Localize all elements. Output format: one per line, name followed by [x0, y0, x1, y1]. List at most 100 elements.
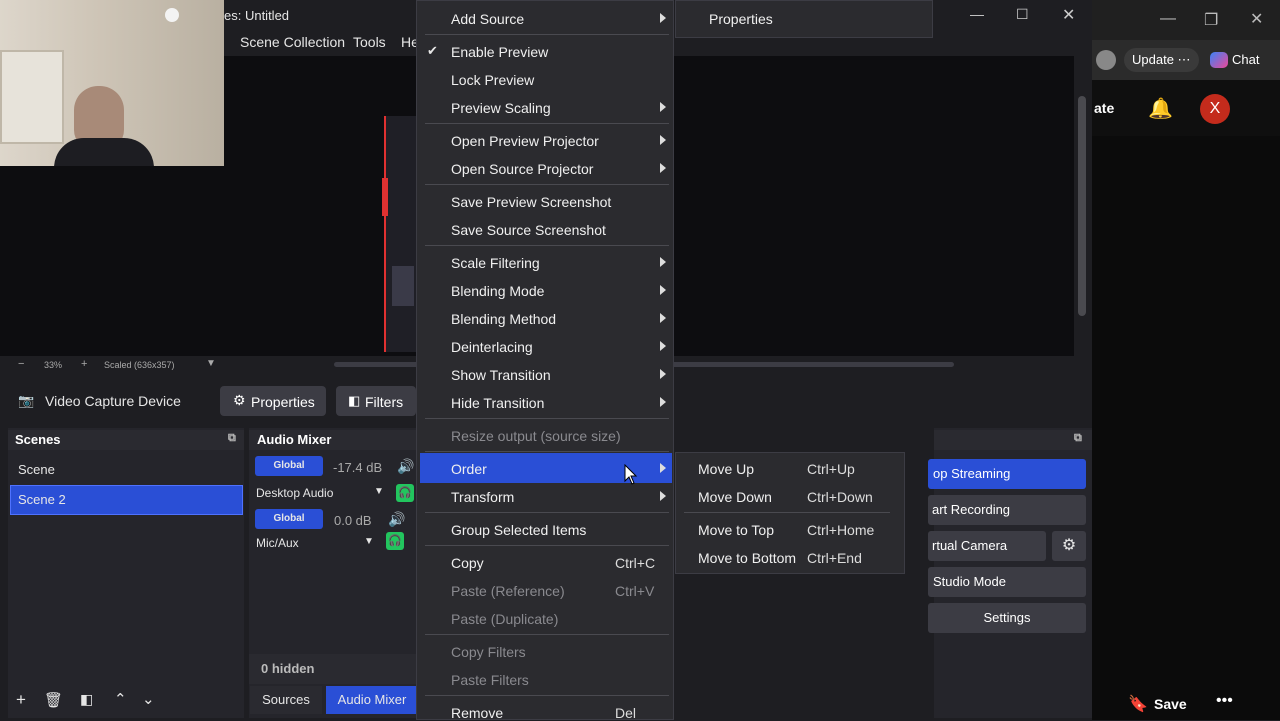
move-up-icon[interactable]: ⌃: [114, 690, 127, 708]
speaker-icon[interactable]: 🔊: [397, 458, 414, 475]
menu-separator: [425, 695, 669, 696]
menu-item-move-to-top[interactable]: Move to Top: [698, 522, 774, 538]
minimize-icon[interactable]: —: [970, 6, 984, 22]
chat-button[interactable]: Chat: [1232, 52, 1259, 67]
add-icon[interactable]: +: [16, 690, 26, 710]
menu-item-group-selected[interactable]: Group Selected Items: [451, 522, 586, 538]
menu-separator: [425, 512, 669, 513]
menu-separator: [425, 634, 669, 635]
filter-icon[interactable]: ◧: [80, 691, 93, 708]
speaker-icon[interactable]: 🔊: [388, 511, 405, 528]
chevron-right-icon: [660, 257, 666, 267]
virtual-camera-button[interactable]: rtual Camera: [928, 531, 1046, 561]
menu-item-paste-reference: Paste (Reference): [451, 583, 565, 599]
chevron-right-icon: [660, 285, 666, 295]
menu-item-deinterlacing[interactable]: Deinterlacing: [451, 339, 533, 355]
menu-item-scale-filtering[interactable]: Scale Filtering: [451, 255, 540, 271]
trash-icon[interactable]: 🗑: [44, 691, 63, 709]
stop-streaming-button[interactable]: op Streaming: [928, 459, 1086, 489]
bookmark-icon: 🔖: [1128, 696, 1148, 713]
profile-icon[interactable]: [1096, 50, 1116, 70]
scene-list-item-selected[interactable]: Scene 2: [10, 485, 243, 515]
avatar[interactable]: X: [1200, 94, 1230, 124]
headphones-icon[interactable]: 🎧: [396, 484, 414, 502]
chevron-down-icon[interactable]: ▼: [374, 486, 384, 497]
zoom-in-icon[interactable]: +: [81, 358, 87, 370]
background-app: — ❐ ✕ Update ⋯ Chat ate 🔔 X 🔖 Save •••: [1092, 0, 1280, 720]
window-title: es: Untitled: [224, 8, 290, 23]
menu-item-preview-scaling[interactable]: Preview Scaling: [451, 100, 551, 116]
chevron-right-icon: [660, 102, 666, 112]
restore-icon[interactable]: ❐: [1204, 10, 1218, 30]
menu-tools[interactable]: Tools: [353, 34, 386, 50]
menu-item-copy-filters: Copy Filters: [451, 644, 526, 660]
studio-mode-button[interactable]: Studio Mode: [928, 567, 1086, 597]
chevron-down-icon[interactable]: ▼: [364, 536, 374, 547]
more-icon[interactable]: •••: [1216, 692, 1233, 710]
tab-audio-mixer[interactable]: Audio Mixer: [326, 686, 418, 714]
chevron-down-icon[interactable]: ▼: [206, 358, 216, 369]
menu-item-blending-mode[interactable]: Blending Mode: [451, 283, 544, 299]
menu-item-paste-filters: Paste Filters: [451, 672, 529, 688]
menu-item-open-source-projector[interactable]: Open Source Projector: [451, 161, 593, 177]
chevron-right-icon: [660, 341, 666, 351]
filters-label: Filters: [365, 394, 404, 410]
start-recording-button[interactable]: art Recording: [928, 495, 1086, 525]
menu-item-move-down[interactable]: Move Down: [698, 489, 772, 505]
close-icon[interactable]: ✕: [1250, 9, 1263, 29]
save-button[interactable]: Save: [1154, 696, 1187, 712]
close-icon[interactable]: ✕: [1062, 5, 1075, 25]
gear-icon[interactable]: ⚙: [1052, 531, 1086, 561]
menu-scene-collection[interactable]: Scene Collection: [240, 34, 345, 50]
tab-sources[interactable]: Sources: [250, 686, 322, 714]
bg-toolbar: Update ⋯ Chat: [1092, 40, 1280, 80]
preview-thumbnail: [392, 266, 414, 306]
bell-icon[interactable]: 🔔: [1148, 96, 1173, 121]
menu-item-copy[interactable]: Copy: [451, 555, 484, 571]
move-down-icon[interactable]: ⌄: [142, 690, 155, 708]
menu-item-properties[interactable]: Properties: [709, 11, 773, 27]
menu-item-save-source-screenshot[interactable]: Save Source Screenshot: [451, 222, 606, 238]
shortcut-label: Ctrl+Up: [807, 461, 855, 477]
source-name: Video Capture Device: [45, 393, 181, 409]
undock-icon[interactable]: ⧉: [228, 432, 236, 445]
preview-scrollbar[interactable]: [1074, 56, 1092, 356]
resize-handle[interactable]: [382, 178, 388, 216]
menu-item-paste-duplicate: Paste (Duplicate): [451, 611, 559, 627]
zoom-out-icon[interactable]: −: [18, 358, 24, 370]
menu-item-open-preview-projector[interactable]: Open Preview Projector: [451, 133, 599, 149]
menu-item-enable-preview[interactable]: Enable Preview: [451, 44, 548, 60]
scene-list-item[interactable]: Scene: [10, 456, 242, 484]
update-button[interactable]: Update ⋯: [1124, 48, 1199, 72]
undock-icon[interactable]: ⧉: [1074, 432, 1082, 445]
menu-separator: [425, 451, 669, 452]
properties-button[interactable]: ⚙ Properties: [220, 386, 326, 416]
menu-separator: [425, 123, 669, 124]
menu-item-order[interactable]: Order: [451, 461, 487, 477]
filters-button[interactable]: ◧ Filters: [336, 386, 416, 416]
menu-item-show-transition[interactable]: Show Transition: [451, 367, 551, 383]
maximize-icon[interactable]: ☐: [1016, 6, 1029, 23]
menu-item-move-up[interactable]: Move Up: [698, 461, 754, 477]
minimize-icon[interactable]: —: [1160, 10, 1176, 28]
header-text: ate: [1094, 100, 1115, 116]
menu-item-lock-preview[interactable]: Lock Preview: [451, 72, 534, 88]
headphones-icon[interactable]: 🎧: [386, 532, 404, 550]
bg-bottom-bar: 🔖 Save •••: [1092, 682, 1280, 720]
shortcut-label: Ctrl+End: [807, 550, 862, 566]
stop-streaming-label: op Streaming: [933, 466, 1011, 481]
context-menu: Add Source ✔ Enable Preview Lock Preview…: [416, 0, 674, 721]
menu-item-move-to-bottom[interactable]: Move to Bottom: [698, 550, 796, 566]
menu-item-blending-method[interactable]: Blending Method: [451, 311, 556, 327]
menu-separator: [425, 34, 669, 35]
scene-label: Scene: [18, 462, 55, 477]
studio-mode-label: Studio Mode: [933, 574, 1006, 589]
menu-item-add-source[interactable]: Add Source: [451, 11, 524, 27]
menu-item-transform[interactable]: Transform: [451, 489, 514, 505]
menu-item-hide-transition[interactable]: Hide Transition: [451, 395, 544, 411]
bg-header: ate 🔔 X: [1092, 80, 1280, 136]
settings-button[interactable]: Settings: [928, 603, 1086, 633]
preview-source-frame[interactable]: [382, 116, 418, 352]
menu-item-save-preview-screenshot[interactable]: Save Preview Screenshot: [451, 194, 611, 210]
menu-item-remove[interactable]: Remove: [451, 705, 503, 721]
